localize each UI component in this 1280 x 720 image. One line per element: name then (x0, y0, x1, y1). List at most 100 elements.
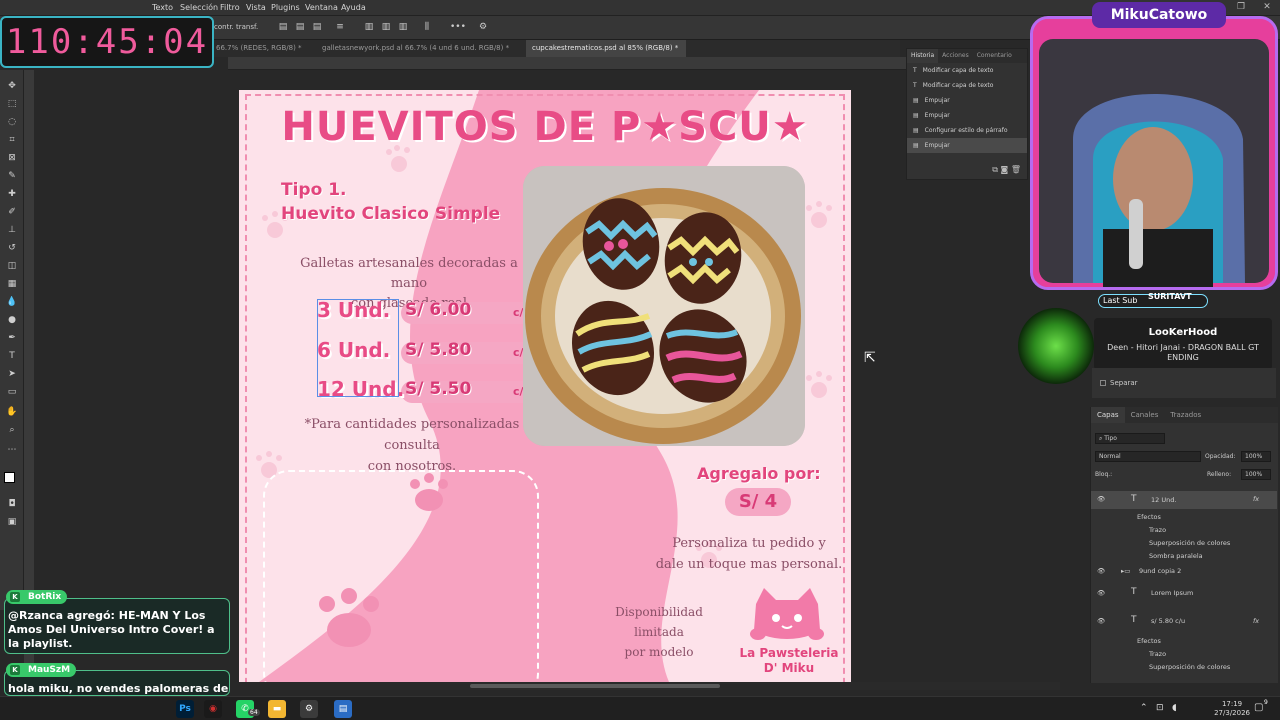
history-item[interactable]: T Modificar capa de texto (907, 63, 1027, 78)
align-top-icon[interactable]: ▥ (364, 22, 374, 32)
gradient-tool-icon[interactable]: ▦ (6, 278, 18, 290)
visibility-eye-icon[interactable]: 👁 (1097, 617, 1105, 625)
eyedropper-tool-icon[interactable]: ✎ (6, 170, 18, 182)
system-clock[interactable]: 17:19 27/3/2026 (1214, 700, 1250, 718)
quick-mask-icon[interactable]: ◘ (6, 498, 18, 510)
close-button[interactable]: ✕ (1254, 0, 1280, 16)
more-tools-icon[interactable]: ⋯ (6, 444, 18, 456)
cat-logo-icon (750, 588, 824, 640)
history-item[interactable]: ▤ Empujar (907, 93, 1027, 108)
type-tool-icon[interactable]: T (6, 350, 18, 362)
notification-icon[interactable]: ▢ (1254, 702, 1263, 713)
history-brush-icon[interactable]: ↺ (6, 242, 18, 254)
eraser-tool-icon[interactable]: ◫ (6, 260, 18, 272)
visibility-eye-icon[interactable]: 👁 (1097, 589, 1105, 597)
foreground-color-swatch[interactable] (4, 472, 15, 483)
layer-filter-select[interactable]: ⌕ Tipo (1095, 433, 1165, 444)
menu-ayuda[interactable]: Ayuda (341, 3, 366, 12)
fx-badge[interactable]: fx (1253, 495, 1259, 503)
tab-cupcakes[interactable]: cupcakestrematicos.psd al 85% (RGB/8) * (526, 40, 686, 57)
photoshop-icon[interactable]: Ps (176, 700, 194, 718)
horizontal-ruler (228, 57, 908, 70)
stamp-tool-icon[interactable]: ⊥ (6, 224, 18, 236)
crop-tool-icon[interactable]: ⌗ (6, 134, 18, 146)
pen-tool-icon[interactable]: ✒ (6, 332, 18, 344)
visibility-eye-icon[interactable]: 👁 (1097, 567, 1105, 575)
history-item[interactable]: ▤ Empujar (907, 108, 1027, 123)
last-sub-name: SURITAVT (1148, 292, 1192, 301)
distribute-icon[interactable]: ≡ (335, 22, 345, 32)
trash-icon[interactable]: 🗑 (1011, 165, 1021, 174)
whatsapp-badge: 64 (248, 709, 260, 716)
shape-tool-icon[interactable]: ▭ (6, 386, 18, 398)
align-right-icon[interactable]: ▤ (312, 22, 322, 32)
marquee-tool-icon[interactable]: ⬚ (6, 98, 18, 110)
tab-historia[interactable]: Historia (907, 49, 939, 63)
menu-seleccion[interactable]: Selección (180, 3, 218, 12)
settings-icon[interactable]: ⚙ (300, 700, 318, 718)
history-item[interactable]: ▤ Empujar (907, 138, 1027, 153)
layer-row[interactable]: 👁 T s/ 5.80 c/u fx (1091, 615, 1277, 633)
zoom-tool-icon[interactable]: ⌕ (6, 424, 18, 436)
effect-name: Trazo (1149, 650, 1167, 658)
tab-acciones[interactable]: Acciones (938, 49, 973, 63)
maximize-button[interactable]: ❐ (1228, 0, 1254, 16)
design-canvas[interactable]: HUEVITOS DE P★SCU★ Tipo 1. Huevito Clasi… (239, 90, 851, 682)
tab-comentarios[interactable]: Comentario (973, 49, 1016, 63)
transform-selection-box[interactable] (317, 299, 399, 397)
notepad-icon[interactable]: ▤ (334, 700, 352, 718)
menu-texto[interactable]: Texto (152, 3, 173, 12)
product-type: Tipo 1. Huevito Clasico Simple (281, 178, 500, 226)
align-left-icon[interactable]: ▤ (278, 22, 288, 32)
visibility-eye-icon[interactable]: 👁 (1097, 495, 1105, 503)
webcam-frame (1030, 16, 1278, 290)
more-options-icon[interactable]: ••• (450, 22, 466, 32)
opacity-input[interactable]: 100% (1241, 451, 1271, 462)
layer-row[interactable]: 👁 T 12 Und. fx (1091, 491, 1277, 509)
camera-icon[interactable]: ◙ (1001, 165, 1009, 174)
tab-canales[interactable]: Canales (1125, 407, 1165, 423)
align-center-icon[interactable]: ▤ (295, 22, 305, 32)
menu-ventana[interactable]: Ventana (305, 3, 338, 12)
screen-mode-icon[interactable]: ▣ (6, 516, 18, 528)
file-explorer-icon[interactable]: ▬ (268, 700, 286, 718)
dodge-tool-icon[interactable]: ● (6, 314, 18, 326)
new-snapshot-icon[interactable]: ⧉ (992, 165, 998, 174)
separar-checkbox[interactable] (1100, 380, 1106, 386)
lasso-tool-icon[interactable]: ◌ (6, 116, 18, 128)
blur-tool-icon[interactable]: 💧 (6, 296, 18, 308)
gear-icon[interactable]: ⚙ (478, 22, 488, 32)
blend-mode-select[interactable]: Normal (1095, 451, 1201, 462)
frame-tool-icon[interactable]: ⊠ (6, 152, 18, 164)
align-bottom-icon[interactable]: ▥ (398, 22, 408, 32)
network-icon[interactable]: ⊡ (1156, 703, 1164, 713)
tab-redes[interactable]: 66.7% (REDES, RGB/8) * (210, 40, 314, 57)
history-item[interactable]: T Modificar capa de texto (907, 78, 1027, 93)
brush-tool-icon[interactable]: ✐ (6, 206, 18, 218)
history-item[interactable]: ▤ Configurar estilo de párrafo (907, 123, 1027, 138)
fill-input[interactable]: 100% (1241, 469, 1271, 480)
kick-icon: K (10, 592, 20, 602)
menu-vista[interactable]: Vista (246, 3, 266, 12)
distribute-vertical-icon[interactable]: ⫼ (422, 22, 432, 32)
menu-filtro[interactable]: Filtro (220, 3, 240, 12)
fx-badge[interactable]: fx (1253, 617, 1259, 625)
obs-icon[interactable]: ◉ (204, 700, 222, 718)
volume-icon[interactable]: ◖ (1172, 703, 1177, 713)
tab-trazados[interactable]: Trazados (1164, 407, 1207, 423)
tray-chevron-icon[interactable]: ⌃ (1140, 703, 1148, 713)
menu-plugins[interactable]: Plugins (271, 3, 300, 12)
healing-tool-icon[interactable]: ✚ (6, 188, 18, 200)
layer-group-row[interactable]: 👁 ▸▭ 9und copia 2 (1091, 567, 1277, 581)
text-layer-icon: T (913, 82, 917, 89)
tab-galletas[interactable]: galletasnewyork.psd al 66.7% (4 und 6 un… (316, 40, 524, 57)
scrollbar-thumb[interactable] (470, 684, 720, 688)
taskbar: Ps ◉ ✆ 64 ▬ ⚙ ▤ ⌃ ⊡ ◖ 17:19 27/3/2026 ▢ … (0, 696, 1280, 720)
transform-controls-label[interactable]: contr. transf. (214, 23, 258, 31)
path-select-icon[interactable]: ➤ (6, 368, 18, 380)
move-tool-icon[interactable]: ✥ (6, 80, 18, 92)
tab-capas[interactable]: Capas (1091, 407, 1125, 423)
layer-row[interactable]: 👁 T Lorem Ipsum (1091, 587, 1277, 605)
align-middle-icon[interactable]: ▥ (381, 22, 391, 32)
hand-tool-icon[interactable]: ✋ (6, 406, 18, 418)
